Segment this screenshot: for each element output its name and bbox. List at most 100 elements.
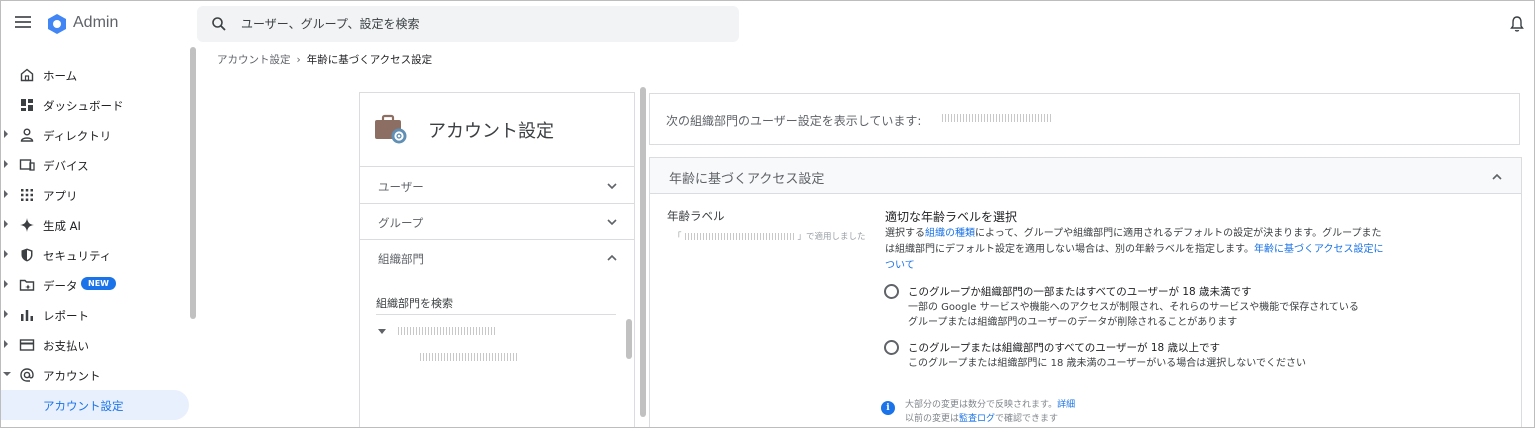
sidebar-item-data[interactable]: データ NEW	[1, 270, 189, 300]
over-18-option-desc: このグループまたは組織部門に 18 歳未満のユーザーがいる場合は選択しないでくだ…	[908, 358, 1306, 369]
sidebar-item-label: ディレクトリ	[43, 129, 112, 143]
sidebar: ホーム ダッシュボード ディレクトリ デバイス アプリ 生成 AI セキュリティ…	[1, 47, 197, 427]
sparkle-icon	[20, 218, 34, 232]
section-title: 年齢に基づくアクセス設定	[669, 172, 825, 187]
tree-expand-arrow-icon[interactable]	[378, 329, 386, 334]
breadcrumb: アカウント設定 › 年齢に基づくアクセス設定	[217, 52, 432, 67]
under-18-option-desc-line2: グループまたは組織部門のユーザーのデータが削除されることがあります	[908, 317, 1238, 328]
sidebar-item-dashboard[interactable]: ダッシュボード	[1, 90, 189, 120]
over-18-option-title[interactable]: このグループまたは組織部門のすべてのユーザーが 18 歳以上です	[908, 340, 1220, 355]
at-sign-icon	[20, 368, 34, 382]
content-scrollbar[interactable]	[640, 87, 646, 417]
audit-log-link[interactable]: 監査ログ	[959, 414, 995, 424]
sidebar-item-apps[interactable]: アプリ	[1, 180, 189, 210]
briefcase-settings-icon	[375, 114, 407, 144]
details-link[interactable]: 詳細	[1057, 400, 1075, 410]
bar-chart-icon	[21, 310, 33, 321]
sidebar-item-label: アカウント設定	[43, 399, 124, 413]
data-folder-icon	[19, 279, 35, 291]
sidebar-item-security[interactable]: セキュリティ	[1, 240, 189, 270]
new-badge: NEW	[81, 277, 116, 290]
hamburger-menu-icon[interactable]	[15, 16, 31, 28]
admin-console-window: Admin ユーザー、グループ、設定を検索 ホーム ダッシュボード ディレクトリ	[0, 0, 1535, 428]
sidebar-item-label: データ	[43, 279, 78, 293]
over-18-radio[interactable]	[884, 340, 899, 355]
dashboard-icon	[21, 99, 33, 111]
desc-text: 選択する	[885, 228, 925, 239]
row-label: グループ	[378, 216, 424, 230]
breadcrumb-separator: ›	[296, 54, 301, 66]
redacted-org-unit-name	[942, 114, 1052, 122]
redacted-org-unit-name	[684, 233, 795, 240]
sidebar-item-label: 生成 AI	[43, 219, 81, 233]
devices-icon	[19, 159, 35, 171]
shield-icon	[21, 248, 33, 262]
expand-arrow-icon[interactable]	[4, 130, 8, 138]
under-18-radio[interactable]	[884, 284, 899, 299]
search-input[interactable]: ユーザー、グループ、設定を検索	[241, 15, 420, 32]
groups-section-row[interactable]: グループ	[360, 204, 634, 240]
chevron-up-icon[interactable]	[606, 252, 618, 264]
org-unit-tree-item-child[interactable]	[420, 353, 518, 361]
sidebar-item-directory[interactable]: ディレクトリ	[1, 120, 189, 150]
account-settings-panel: アカウント設定 ユーザー グループ 組織部門 組織部門を検索	[359, 92, 635, 427]
credit-card-icon	[19, 339, 35, 351]
choose-age-label-title: 適切な年齢ラベルを選択	[885, 210, 1018, 224]
chevron-down-icon[interactable]	[606, 180, 618, 192]
sidebar-item-account-settings[interactable]: アカウント設定	[1, 390, 189, 420]
expand-arrow-icon[interactable]	[4, 220, 8, 228]
expand-arrow-icon[interactable]	[4, 160, 8, 168]
applied-suffix: で適用しました	[806, 232, 866, 242]
sidebar-item-label: レポート	[43, 309, 89, 323]
admin-logo-icon[interactable]	[46, 13, 68, 35]
org-unit-tree-item-root[interactable]	[398, 327, 496, 335]
top-bar: Admin ユーザー、グループ、設定を検索	[1, 1, 1534, 47]
sidebar-scrollbar[interactable]	[190, 47, 196, 319]
org-units-section-row[interactable]: 組織部門	[360, 240, 634, 276]
sidebar-item-home[interactable]: ホーム	[1, 60, 189, 90]
sidebar-item-label: デバイス	[43, 159, 89, 173]
chevron-up-icon[interactable]	[1491, 171, 1503, 183]
age-label-field-label: 年齢ラベル	[667, 209, 725, 223]
under-18-option-desc-line1: 一部の Google サービスや機能へのアクセスが制限され、それらのサービスや機…	[908, 302, 1359, 313]
search-icon	[212, 17, 226, 31]
app-title[interactable]: Admin	[73, 14, 118, 32]
note-text: で確認できます	[995, 414, 1059, 424]
sidebar-item-label: セキュリティ	[43, 249, 112, 263]
sidebar-item-account[interactable]: アカウント	[1, 360, 189, 390]
expand-arrow-icon[interactable]	[4, 280, 8, 288]
applied-from-note: 「」で適用しました	[673, 232, 866, 242]
expand-arrow-icon[interactable]	[4, 250, 8, 258]
age-label-description: 選択する組織の種類によって、グループや組織部門に適用されるデフォルトの設定が決ま…	[885, 226, 1385, 274]
sidebar-item-label: アカウント	[43, 369, 101, 383]
expand-arrow-icon[interactable]	[4, 190, 8, 198]
search-bar[interactable]: ユーザー、グループ、設定を検索	[197, 6, 739, 42]
notifications-bell-icon[interactable]	[1509, 15, 1525, 33]
collapse-arrow-icon[interactable]	[3, 372, 11, 376]
sidebar-item-generative-ai[interactable]: 生成 AI	[1, 210, 189, 240]
section-header[interactable]: 年齢に基づくアクセス設定	[650, 158, 1521, 194]
breadcrumb-parent-link[interactable]: アカウント設定	[217, 54, 291, 66]
under-18-option-title[interactable]: このグループか組織部門の一部またはすべてのユーザーが 18 歳未満です	[908, 284, 1252, 299]
org-unit-info-bar: 次の組織部門のユーザー設定を表示しています:	[649, 93, 1520, 145]
sidebar-item-label: ホーム	[43, 69, 78, 83]
org-unit-search-input[interactable]: 組織部門を検索	[376, 293, 616, 315]
sidebar-item-reports[interactable]: レポート	[1, 300, 189, 330]
users-section-row[interactable]: ユーザー	[360, 168, 634, 204]
chevron-down-icon[interactable]	[606, 216, 618, 228]
expand-arrow-icon[interactable]	[4, 310, 8, 318]
sidebar-item-label: ダッシュボード	[43, 99, 124, 113]
sidebar-item-label: アプリ	[43, 189, 78, 203]
apps-grid-icon	[21, 189, 33, 201]
org-type-link[interactable]: 組織の種類	[925, 228, 975, 239]
person-icon	[20, 128, 34, 142]
panel-scrollbar[interactable]	[626, 319, 632, 359]
sidebar-item-devices[interactable]: デバイス	[1, 150, 189, 180]
panel-title: アカウント設定	[428, 121, 554, 142]
expand-arrow-icon[interactable]	[4, 340, 8, 348]
info-text: 次の組織部門のユーザー設定を表示しています:	[666, 114, 922, 128]
home-icon	[20, 68, 34, 82]
sidebar-item-billing[interactable]: お支払い	[1, 330, 189, 360]
changes-note: 大部分の変更は数分で反映されます。詳細 以前の変更は監査ログで確認できます	[905, 398, 1075, 426]
row-label: 組織部門	[378, 252, 424, 266]
